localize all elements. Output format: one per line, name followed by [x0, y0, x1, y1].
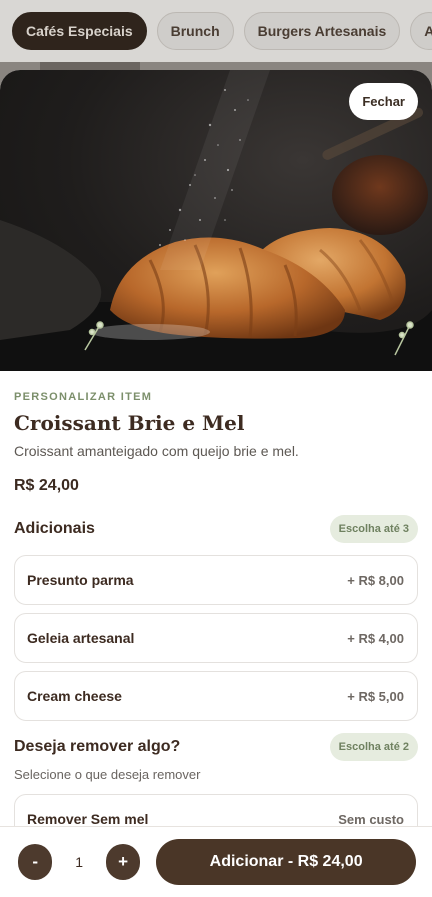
option-price: + R$ 8,00: [347, 572, 404, 588]
addons-limit-badge: Escolha até 3: [329, 515, 418, 543]
addon-option-presunto-parma[interactable]: Presunto parma + R$ 8,00: [14, 555, 418, 605]
category-chip-partial[interactable]: A: [410, 12, 432, 50]
add-to-cart-button[interactable]: Adicionar - R$ 24,00: [156, 839, 416, 885]
category-chip-brunch[interactable]: Brunch: [156, 12, 234, 50]
category-bar: Cafés Especiais Brunch Burgers Artesanai…: [0, 0, 432, 62]
remove-header: Deseja remover algo? Escolha até 2: [14, 733, 418, 761]
option-name: Remover Sem mel: [27, 811, 149, 827]
option-name: Presunto parma: [27, 572, 134, 588]
product-image: Fechar: [0, 70, 432, 371]
page: Cafés Especiais Brunch Burgers Artesanai…: [0, 0, 432, 897]
decrease-quantity-button[interactable]: -: [18, 844, 53, 880]
option-price: + R$ 5,00: [347, 688, 404, 704]
sheet-content: PERSONALIZAR ITEM Croissant Brie e Mel C…: [0, 371, 432, 844]
addons-list: Presunto parma + R$ 8,00 Geleia artesana…: [14, 555, 418, 721]
remove-subtitle: Selecione o que deseja remover: [14, 767, 201, 782]
option-price: Sem custo: [338, 811, 404, 827]
category-chip-cafes-especiais[interactable]: Cafés Especiais: [12, 12, 147, 50]
option-name: Geleia artesanal: [27, 630, 135, 646]
addon-option-cream-cheese[interactable]: Cream cheese + R$ 5,00: [14, 671, 418, 721]
remove-limit-badge: Escolha até 2: [329, 733, 418, 761]
item-description: Croissant amanteigado com queijo brie e …: [14, 443, 299, 459]
customize-item-sheet: Fechar PERSONALIZAR ITEM Croissant Brie …: [0, 70, 432, 897]
bottom-action-bar: - 1 + Adicionar - R$ 24,00: [0, 826, 432, 897]
close-button[interactable]: Fechar: [349, 83, 418, 120]
item-title: Croissant Brie e Mel: [14, 411, 245, 435]
item-price: R$ 24,00: [14, 477, 79, 494]
addons-title: Adicionais: [14, 520, 95, 537]
addon-option-geleia-artesanal[interactable]: Geleia artesanal + R$ 4,00: [14, 613, 418, 663]
addons-section: Adicionais Escolha até 3 Presunto parma …: [14, 515, 418, 721]
eyebrow-label: PERSONALIZAR ITEM: [14, 391, 153, 403]
option-name: Cream cheese: [27, 688, 122, 704]
option-price: + R$ 4,00: [347, 630, 404, 646]
category-chip-burgers-artesanais[interactable]: Burgers Artesanais: [243, 12, 401, 50]
quantity-value: 1: [75, 854, 84, 870]
remove-title: Deseja remover algo?: [14, 738, 181, 755]
addons-header: Adicionais Escolha até 3: [14, 515, 418, 543]
increase-quantity-button[interactable]: +: [105, 844, 141, 880]
